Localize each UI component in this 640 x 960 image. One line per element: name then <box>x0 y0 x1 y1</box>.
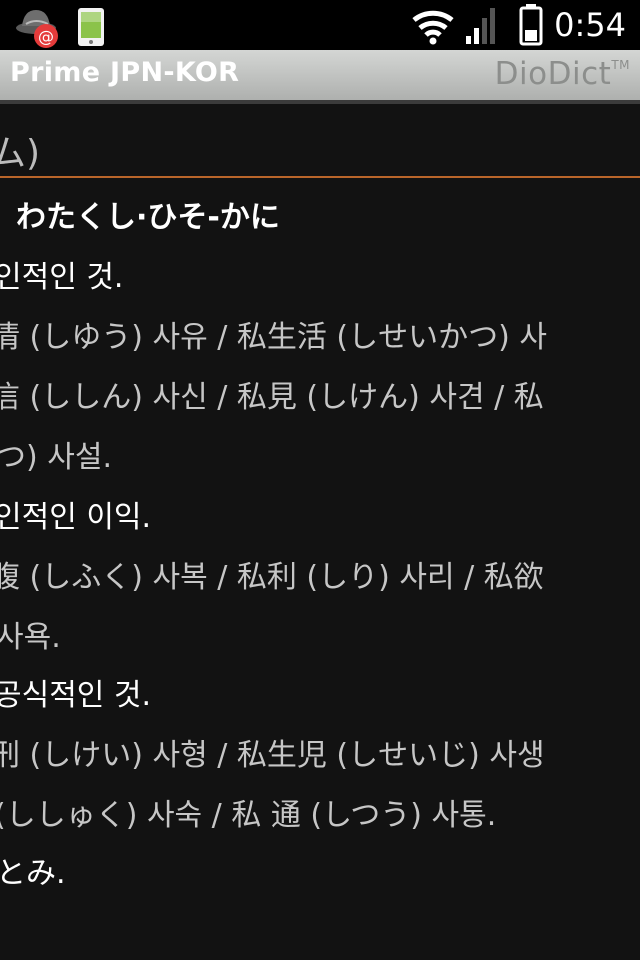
app-title-bar: Prime JPN-KOR DioDictTM <box>0 50 640 104</box>
example-line: 腹 (しふく) 사복 / 私利 (しり) 사리 / 私欲 <box>0 560 544 595</box>
signal-icon <box>466 8 495 44</box>
dictionary-entry[interactable]: ム) わたくし·ひそ-かに 인적인 것. 情 (しゆう) 사유 / 私生活 (し… <box>0 104 640 960</box>
sense-line: 인적인 것. <box>0 260 124 295</box>
status-bar: @ 0:54 <box>0 0 640 50</box>
brand-name: DioDict <box>494 56 612 92</box>
reading-line: わたくし·ひそ-かに <box>16 200 280 235</box>
sense-line: 공식적인 것. <box>0 678 152 713</box>
example-line: つ) 사설. <box>0 440 112 475</box>
wifi-icon <box>412 10 454 45</box>
app-title: Prime JPN-KOR <box>10 57 240 88</box>
example-line: 情 (しゆう) 사유 / 私生活 (しせいかつ) 사 <box>0 320 547 355</box>
brand-trademark: TM <box>611 58 630 72</box>
example-line: 信 (ししん) 사신 / 私見 (しけん) 사견 / 私 <box>0 380 544 415</box>
brand-logo: DioDictTM <box>495 56 630 92</box>
example-line: 사욕. <box>0 620 61 655</box>
example-line: 刑 (しけい) 사형 / 私生児 (しせいじ) 사생 <box>0 738 545 773</box>
headword: ム) <box>0 133 41 174</box>
status-time: 0:54 <box>554 6 626 44</box>
system-indicators <box>412 4 543 46</box>
sense-line: とみ. <box>0 856 66 891</box>
example-line: (ししゅく) 사숙 / 私 通 (しつう) 사통. <box>0 798 497 833</box>
battery-icon <box>519 4 543 46</box>
headword-divider <box>0 176 640 178</box>
sense-line: 인적인 이익. <box>0 500 152 535</box>
